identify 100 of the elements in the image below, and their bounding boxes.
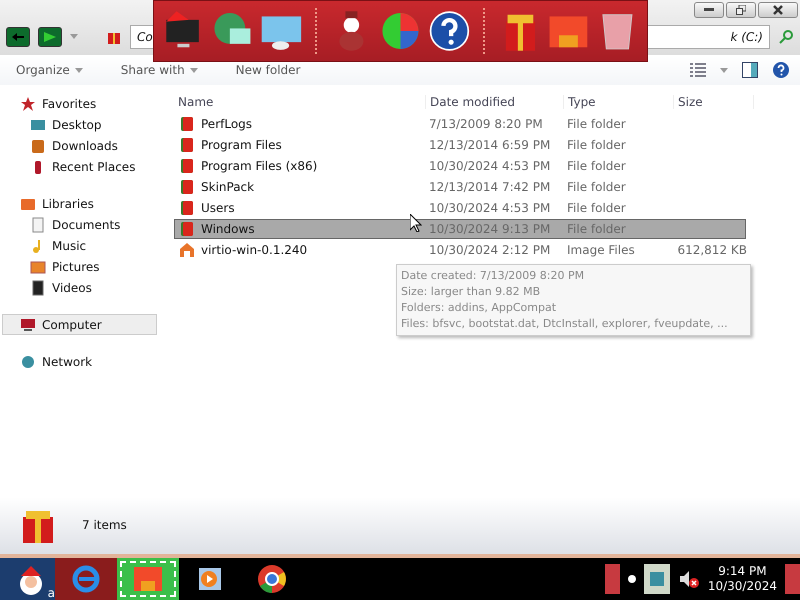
type-cell-text: File folder <box>566 159 627 173</box>
type-cell-text: File folder <box>566 180 627 194</box>
date-cell-text: 10/30/2024 4:53 PM <box>428 201 552 215</box>
date-cell-text: 10/30/2024 4:53 PM <box>428 159 552 173</box>
restore-button[interactable] <box>726 2 756 18</box>
document-icon <box>30 216 46 232</box>
navigation-item[interactable]: Downloads <box>0 135 160 156</box>
search-icon[interactable] <box>778 28 794 44</box>
close-button[interactable] <box>758 2 798 18</box>
navigation-label: Pictures <box>52 260 100 274</box>
browser-e-icon <box>71 564 101 594</box>
date-cell-text: 7/13/2009 8:20 PM <box>428 117 544 131</box>
network-tray-icon[interactable] <box>644 564 670 594</box>
navigation-label: Computer <box>42 318 102 332</box>
navigation-label: Downloads <box>52 138 118 152</box>
file-name: Program Files <box>201 138 282 152</box>
navigation-label: Videos <box>52 280 92 294</box>
minimize-button[interactable] <box>694 2 724 18</box>
file-name: Program Files (x86) <box>201 159 318 173</box>
navigation-item[interactable]: Computer <box>2 314 157 335</box>
file-row[interactable]: PerfLogs 7/13/2009 8:20 PM File folder <box>174 114 746 134</box>
caret-icon <box>74 68 83 72</box>
media-player-icon <box>197 566 223 592</box>
file-name: Users <box>201 201 235 215</box>
navigation-item[interactable]: Libraries <box>0 193 160 214</box>
file-row[interactable]: SkinPack 12/13/2014 7:42 PM File folder <box>174 177 746 197</box>
date-cell-text: 10/30/2024 9:13 PM <box>428 222 552 236</box>
file-row[interactable]: Windows 10/30/2024 9:13 PM File folder <box>174 219 746 239</box>
navigation-item[interactable]: Favorites <box>0 93 160 114</box>
type-cell-text: Image Files <box>566 243 636 257</box>
navigation-label: Recent Places <box>52 160 136 174</box>
file-row[interactable]: Program Files (x86) 10/30/2024 4:53 PM File folder <box>174 156 746 176</box>
size-cell-text: 612,812 KB <box>676 243 747 257</box>
file-row[interactable]: Program Files 12/13/2014 6:59 PM File folder <box>174 135 746 155</box>
navigation-label: Documents <box>52 218 120 232</box>
tooltip-line: Files: bfsvc, bootstat.dat, DtcInstall, explorer, fveupdate, ... <box>401 316 729 332</box>
caret-icon <box>70 34 78 39</box>
clock-time: 9:14 PM <box>718 564 767 579</box>
date-cell-text: 10/30/2024 2:12 PM <box>428 243 552 257</box>
tray-block <box>604 564 620 594</box>
column-header[interactable]: Size <box>674 95 754 109</box>
star-icon <box>20 96 36 112</box>
navigation-label: Music <box>52 238 86 252</box>
file-name: PerfLogs <box>201 117 252 131</box>
view-list-icon[interactable] <box>690 63 706 77</box>
computer-icon <box>20 316 36 332</box>
caret-icon <box>190 68 198 72</box>
type-cell-text: File folder <box>566 222 627 236</box>
caret-icon <box>720 68 728 72</box>
file-name: SkinPack <box>201 180 254 194</box>
film-icon <box>30 280 46 296</box>
dot-icon <box>628 575 636 583</box>
tooltip-line: Size: larger than 9.82 MB <box>401 284 542 300</box>
tooltip-line: Date created: 7/13/2009 8:20 PM <box>401 268 586 284</box>
date-cell-text: 12/13/2014 7:42 PM <box>428 180 552 194</box>
speaker-muted-icon[interactable] <box>678 569 700 589</box>
type-cell-text: File folder <box>566 117 627 131</box>
column-header[interactable]: Type <box>564 95 674 109</box>
file-row[interactable]: Users 10/30/2024 4:53 PM File folder <box>174 198 746 218</box>
navigation-item[interactable]: Network <box>0 351 160 372</box>
column-header[interactable]: Name <box>174 95 426 109</box>
back-button[interactable] <box>6 26 30 46</box>
clock-date: 10/30/2024 <box>708 579 777 594</box>
navigation-label: Desktop <box>52 118 102 132</box>
navigation-label: Favorites <box>42 96 96 110</box>
help-icon[interactable] <box>772 61 790 79</box>
item-count: 7 items <box>82 518 127 532</box>
tray-block <box>785 564 800 594</box>
minimize-icon <box>704 8 714 12</box>
date-cell-text: 12/13/2014 6:59 PM <box>428 138 552 152</box>
navigation-item[interactable]: Recent Places <box>0 156 160 177</box>
toolbar-button[interactable]: Organize <box>10 61 89 79</box>
close-icon <box>773 5 783 15</box>
clock[interactable]: 9:14 PM 10/30/2024 <box>708 564 777 594</box>
type-cell-text: File folder <box>566 201 627 215</box>
forward-button[interactable] <box>38 26 62 46</box>
column-header[interactable]: Date modified <box>426 95 564 109</box>
preview-pane-icon[interactable] <box>742 62 758 78</box>
start-button[interactable]: a <box>0 558 55 600</box>
navigation-item[interactable]: Documents <box>0 214 160 235</box>
address-text: Co <box>137 30 153 44</box>
back-arrow-icon <box>12 32 24 40</box>
toolbar-button[interactable]: New folder <box>230 61 306 79</box>
file-name: Windows <box>201 222 255 236</box>
navigation-item[interactable]: Music <box>0 235 160 256</box>
file-row[interactable]: virtio-win-0.1.240 10/30/2024 2:12 PM Image Files 612,812 KB <box>174 240 746 260</box>
navigation-item[interactable]: Desktop <box>0 114 160 135</box>
mouse-cursor-icon <box>410 214 422 232</box>
file-name: virtio-win-0.1.240 <box>201 243 308 257</box>
navigation-label: Libraries <box>42 196 94 210</box>
tooltip-line: Folders: addins, AppCompat <box>401 300 558 316</box>
picture-icon <box>30 258 46 274</box>
address-text: k (C:) <box>730 30 763 44</box>
navigation-item[interactable]: Videos <box>0 277 160 298</box>
type-cell-text: File folder <box>566 138 627 152</box>
forward-arrow-icon <box>44 32 56 42</box>
toolbar-button[interactable]: Share with <box>114 61 204 79</box>
navigation-item[interactable]: Pictures <box>0 256 160 277</box>
restore-icon <box>736 5 746 15</box>
navigation-label: Network <box>42 354 92 368</box>
